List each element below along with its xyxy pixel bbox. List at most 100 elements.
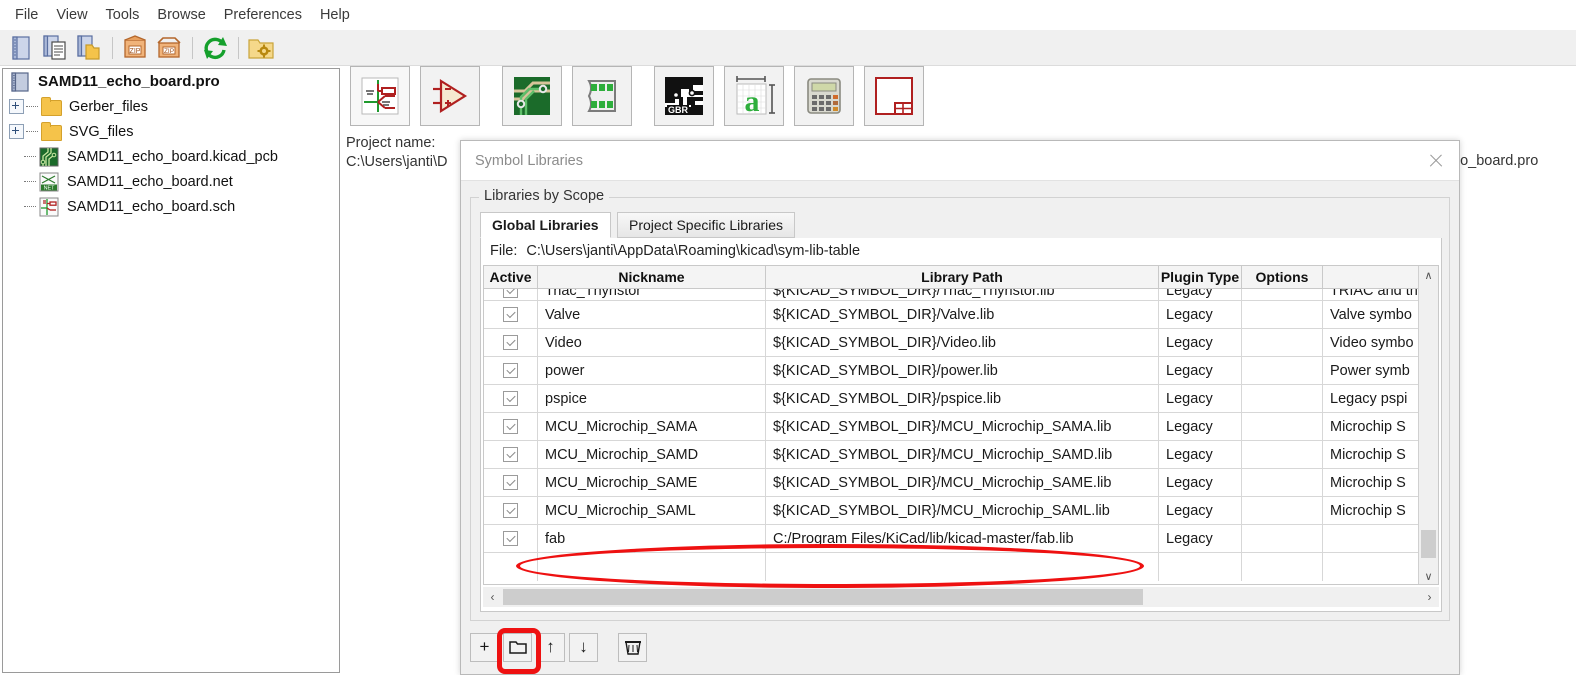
cell-active[interactable] bbox=[484, 289, 538, 300]
cell-options[interactable] bbox=[1242, 469, 1323, 496]
cell-active[interactable] bbox=[484, 329, 538, 356]
cell-plugin-type[interactable]: Legacy bbox=[1159, 497, 1242, 524]
move-up-button[interactable]: ↑ bbox=[536, 632, 565, 662]
cell-nickname[interactable]: MCU_Microchip_SAMD bbox=[538, 441, 766, 468]
cell-active[interactable] bbox=[484, 413, 538, 440]
active-checkbox[interactable] bbox=[503, 475, 518, 490]
cell-active[interactable] bbox=[484, 525, 538, 552]
active-checkbox[interactable] bbox=[503, 531, 518, 546]
cell-nickname[interactable]: power bbox=[538, 357, 766, 384]
column-header-nickname[interactable]: Nickname bbox=[538, 266, 766, 288]
cell-description[interactable]: Legacy pspi bbox=[1323, 385, 1419, 412]
menu-item-view[interactable]: View bbox=[47, 5, 96, 25]
cell-nickname[interactable]: MCU_Microchip_SAML bbox=[538, 497, 766, 524]
cell-library-path[interactable]: ${KICAD_SYMBOL_DIR}/MCU_Microchip_SAMD.l… bbox=[766, 441, 1159, 468]
menu-item-file[interactable]: File bbox=[6, 5, 47, 25]
cell-library-path[interactable]: ${KICAD_SYMBOL_DIR}/MCU_Microchip_SAML.l… bbox=[766, 497, 1159, 524]
column-header-options[interactable]: Options bbox=[1242, 266, 1323, 288]
cell-plugin-type[interactable]: Legacy bbox=[1159, 289, 1242, 300]
active-checkbox[interactable] bbox=[503, 391, 518, 406]
cell-plugin-type[interactable]: Legacy bbox=[1159, 357, 1242, 384]
cell-description[interactable]: Microchip S bbox=[1323, 441, 1419, 468]
table-row-fab[interactable]: fab C:/Program Files/KiCad/lib/kicad-mas… bbox=[484, 525, 1438, 553]
cell-nickname[interactable]: Valve bbox=[538, 301, 766, 328]
cell-options[interactable] bbox=[1242, 357, 1323, 384]
table-row[interactable]: Triac_Thyristor ${KICAD_SYMBOL_DIR}/Tria… bbox=[484, 289, 1438, 301]
vertical-scroll-thumb[interactable] bbox=[1421, 530, 1436, 558]
cell-library-path[interactable]: ${KICAD_SYMBOL_DIR}/Valve.lib bbox=[766, 301, 1159, 328]
cell-options[interactable] bbox=[1242, 441, 1323, 468]
table-row[interactable]: MCU_Microchip_SAMD ${KICAD_SYMBOL_DIR}/M… bbox=[484, 441, 1438, 469]
cell-nickname[interactable]: Video bbox=[538, 329, 766, 356]
table-row[interactable]: power ${KICAD_SYMBOL_DIR}/power.lib Lega… bbox=[484, 357, 1438, 385]
cell-nickname[interactable]: MCU_Microchip_SAME bbox=[538, 469, 766, 496]
tab-project-specific-libraries[interactable]: Project Specific Libraries bbox=[617, 212, 796, 238]
menu-item-browse[interactable]: Browse bbox=[148, 5, 214, 25]
column-header-active[interactable]: Active bbox=[484, 266, 538, 288]
open-project-icon[interactable] bbox=[74, 33, 104, 63]
cell-active[interactable] bbox=[484, 357, 538, 384]
project-tree-panel[interactable]: SAMD11_echo_board.pro Gerber_files SVG_f… bbox=[2, 68, 340, 673]
menu-item-preferences[interactable]: Preferences bbox=[215, 5, 311, 25]
browse-library-button[interactable] bbox=[503, 632, 532, 662]
cell-plugin-type[interactable]: Legacy bbox=[1159, 385, 1242, 412]
active-checkbox[interactable] bbox=[503, 363, 518, 378]
bitmap2component-icon[interactable]: a bbox=[724, 66, 784, 126]
cell-description[interactable]: Valve symbo bbox=[1323, 301, 1419, 328]
cell-plugin-type[interactable]: Legacy bbox=[1159, 301, 1242, 328]
column-header-description[interactable] bbox=[1323, 266, 1419, 288]
close-icon[interactable] bbox=[1413, 141, 1459, 180]
active-checkbox[interactable] bbox=[503, 447, 518, 462]
cell-library-path[interactable]: ${KICAD_SYMBOL_DIR}/Triac_Thyristor.lib bbox=[766, 289, 1159, 300]
cell-library-path[interactable]: ${KICAD_SYMBOL_DIR}/pspice.lib bbox=[766, 385, 1159, 412]
eeschema-icon[interactable] bbox=[350, 66, 410, 126]
cell-nickname[interactable]: pspice bbox=[538, 385, 766, 412]
symbol-editor-icon[interactable] bbox=[420, 66, 480, 126]
pcbnew-icon[interactable] bbox=[502, 66, 562, 126]
cell-options[interactable] bbox=[1242, 385, 1323, 412]
gerbview-icon[interactable]: GBR bbox=[654, 66, 714, 126]
new-project-from-template-icon[interactable] bbox=[40, 33, 70, 63]
library-table[interactable]: Active Nickname Library Path Plugin Type… bbox=[483, 265, 1439, 585]
cell-options[interactable] bbox=[1242, 497, 1323, 524]
table-row[interactable]: Video ${KICAD_SYMBOL_DIR}/Video.lib Lega… bbox=[484, 329, 1438, 357]
tree-item-svg-files[interactable]: SVG_files bbox=[3, 119, 339, 144]
move-down-button[interactable]: ↓ bbox=[569, 632, 598, 662]
tab-global-libraries[interactable]: Global Libraries bbox=[480, 212, 611, 238]
table-horizontal-scrollbar[interactable]: ‹ › bbox=[483, 587, 1439, 607]
cell-options[interactable] bbox=[1242, 289, 1323, 300]
expand-icon[interactable] bbox=[9, 99, 24, 114]
cell-options[interactable] bbox=[1242, 413, 1323, 440]
cell-library-path[interactable]: ${KICAD_SYMBOL_DIR}/Video.lib bbox=[766, 329, 1159, 356]
cell-library-path[interactable]: ${KICAD_SYMBOL_DIR}/MCU_Microchip_SAMA.l… bbox=[766, 413, 1159, 440]
scroll-right-icon[interactable]: › bbox=[1420, 587, 1439, 606]
cell-description[interactable]: Video symbo bbox=[1323, 329, 1419, 356]
tree-root-project[interactable]: SAMD11_echo_board.pro bbox=[3, 69, 339, 94]
cell-nickname[interactable]: MCU_Microchip_SAMA bbox=[538, 413, 766, 440]
cell-plugin-type[interactable]: Legacy bbox=[1159, 441, 1242, 468]
cell-description[interactable] bbox=[1323, 525, 1419, 552]
cell-options[interactable] bbox=[1242, 301, 1323, 328]
scroll-left-icon[interactable]: ‹ bbox=[483, 587, 502, 606]
cell-options[interactable] bbox=[1242, 329, 1323, 356]
cell-active[interactable] bbox=[484, 385, 538, 412]
unarchive-project-zip-icon[interactable]: ZIP bbox=[154, 33, 184, 63]
active-checkbox[interactable] bbox=[503, 503, 518, 518]
new-project-icon[interactable] bbox=[6, 33, 36, 63]
append-library-button[interactable]: + bbox=[470, 632, 499, 662]
archive-project-zip-icon[interactable]: ZIP bbox=[120, 33, 150, 63]
tree-item-net[interactable]: NET SAMD11_echo_board.net bbox=[3, 169, 339, 194]
scroll-down-icon[interactable]: ∨ bbox=[1419, 567, 1438, 584]
active-checkbox[interactable] bbox=[503, 289, 518, 298]
delete-library-button[interactable] bbox=[618, 632, 647, 662]
active-checkbox[interactable] bbox=[503, 307, 518, 322]
tree-item-kicad-pcb[interactable]: SAMD11_echo_board.kicad_pcb bbox=[3, 144, 339, 169]
cell-description[interactable]: Power symb bbox=[1323, 357, 1419, 384]
column-header-library-path[interactable]: Library Path bbox=[766, 266, 1159, 288]
cell-nickname[interactable]: Triac_Thyristor bbox=[538, 289, 766, 300]
cell-plugin-type[interactable]: Legacy bbox=[1159, 469, 1242, 496]
cell-description[interactable]: TRIAC and th bbox=[1323, 289, 1419, 300]
table-row[interactable]: MCU_Microchip_SAME ${KICAD_SYMBOL_DIR}/M… bbox=[484, 469, 1438, 497]
cell-active[interactable] bbox=[484, 469, 538, 496]
table-row[interactable]: Valve ${KICAD_SYMBOL_DIR}/Valve.lib Lega… bbox=[484, 301, 1438, 329]
